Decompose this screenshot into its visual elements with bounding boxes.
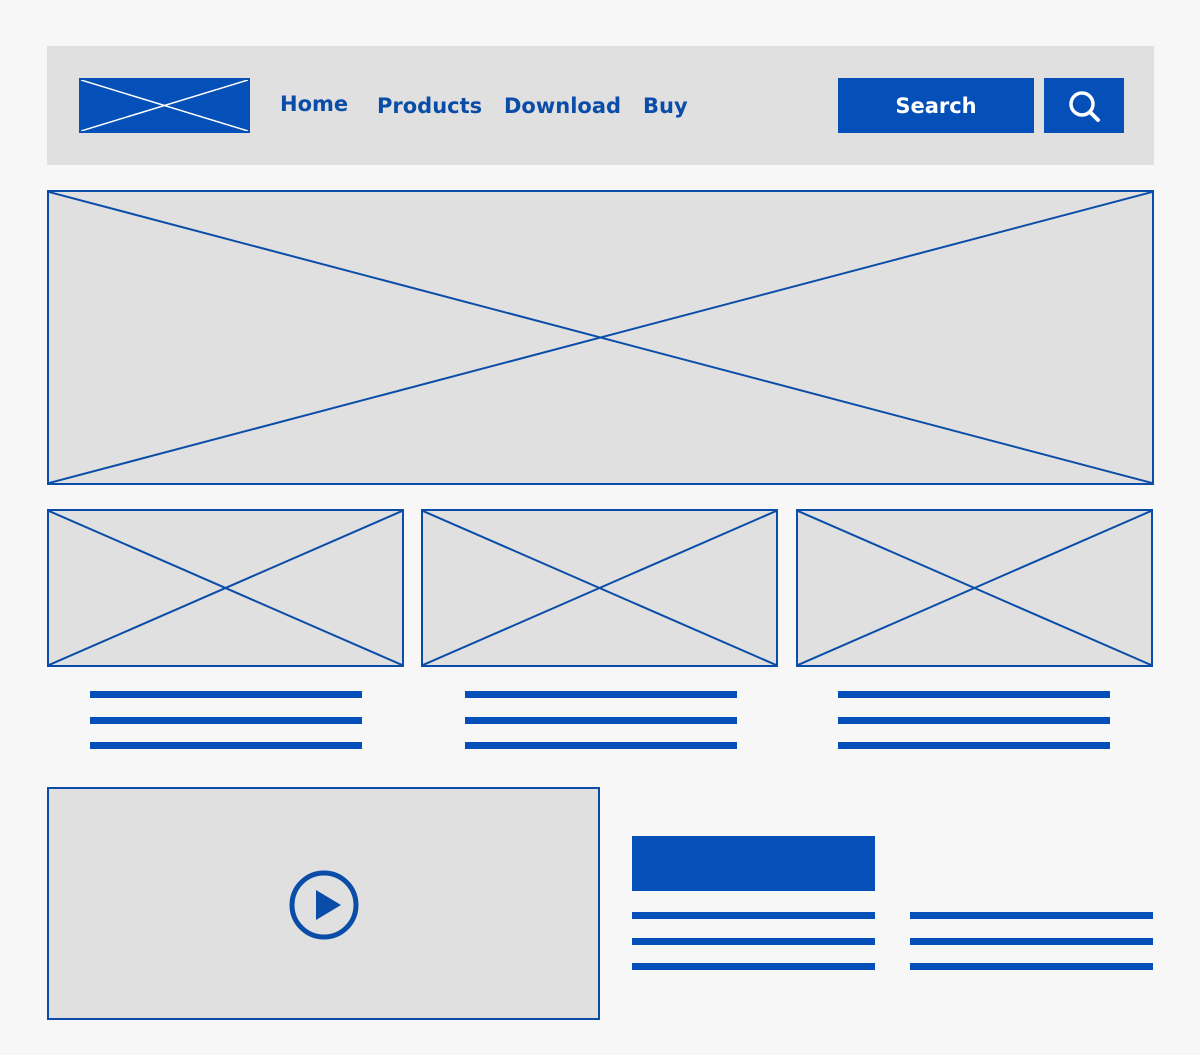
- card-1-text-line: [90, 717, 362, 724]
- hero-image-placeholder: [47, 190, 1154, 485]
- logo-cross-icon: [81, 80, 248, 131]
- text-column-1-line: [632, 912, 875, 919]
- search-icon-button[interactable]: [1044, 78, 1124, 133]
- card-1-text-line: [90, 742, 362, 749]
- nav-buy[interactable]: Buy: [643, 96, 688, 117]
- search-button[interactable]: Search: [838, 78, 1034, 133]
- card-3-text-line: [838, 742, 1110, 749]
- card-1-image-placeholder: [47, 509, 404, 667]
- image-placeholder-icon: [49, 511, 402, 665]
- card-3-image-placeholder: [796, 509, 1153, 667]
- image-placeholder-icon: [423, 511, 776, 665]
- nav-products[interactable]: Products: [377, 96, 482, 117]
- text-column-2-line: [910, 912, 1153, 919]
- logo-placeholder[interactable]: [79, 78, 250, 133]
- card-2-text-line: [465, 691, 737, 698]
- card-1-text-line: [90, 691, 362, 698]
- text-column-1-line: [632, 938, 875, 945]
- section-heading-placeholder: [632, 836, 875, 891]
- nav-home[interactable]: Home: [280, 94, 348, 115]
- play-icon[interactable]: [288, 869, 360, 941]
- card-3-text-line: [838, 691, 1110, 698]
- card-2-text-line: [465, 717, 737, 724]
- card-2-text-line: [465, 742, 737, 749]
- text-column-2-line: [910, 963, 1153, 970]
- search-icon: [1069, 90, 1100, 122]
- nav-download[interactable]: Download: [504, 96, 621, 117]
- text-column-2-line: [910, 938, 1153, 945]
- card-2-image-placeholder: [421, 509, 778, 667]
- card-3-text-line: [838, 717, 1110, 724]
- image-placeholder-icon: [49, 192, 1152, 483]
- text-column-1-line: [632, 963, 875, 970]
- video-player[interactable]: [47, 787, 600, 1020]
- image-placeholder-icon: [798, 511, 1151, 665]
